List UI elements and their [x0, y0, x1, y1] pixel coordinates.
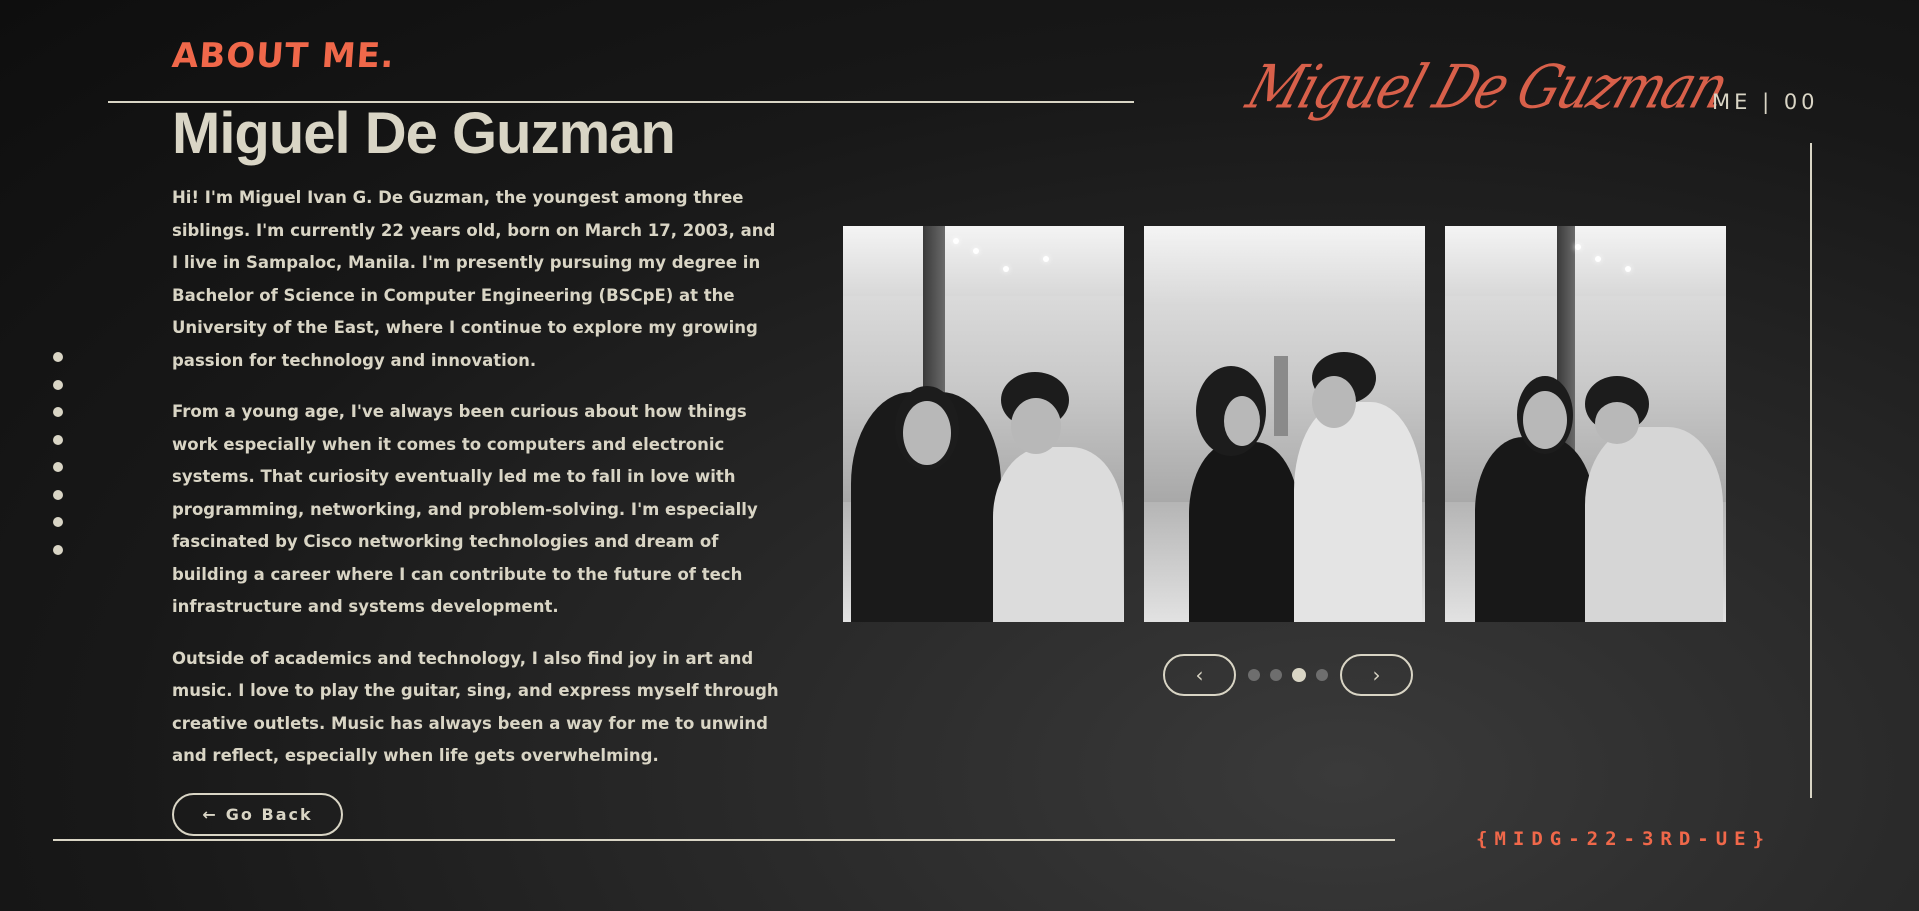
right-divider: [1810, 143, 1812, 798]
pagination-dot-active[interactable]: [1292, 668, 1306, 682]
page-indicator: ME | 00: [1712, 90, 1819, 114]
side-nav-dot[interactable]: [53, 434, 63, 445]
side-nav-dot[interactable]: [53, 517, 63, 527]
bio-paragraph-3: Outside of academics and technology, I a…: [172, 648, 779, 766]
go-back-label: Go Back: [225, 805, 313, 824]
bio-paragraph-2: From a young age, I've always been curio…: [172, 402, 758, 616]
carousel-photo: [1445, 226, 1726, 622]
photo-carousel: [843, 226, 1726, 622]
chevron-left-icon: ‹: [1195, 663, 1204, 687]
bottom-divider: [53, 839, 1395, 841]
carousel-controls: ‹ ›: [1163, 654, 1413, 696]
carousel-photo: [1144, 226, 1425, 622]
side-nav-dot[interactable]: [53, 379, 63, 390]
carousel-pagination: [1248, 668, 1328, 682]
carousel-photo: [843, 226, 1124, 622]
pagination-dot[interactable]: [1316, 669, 1328, 681]
page-title: Miguel De Guzman: [172, 101, 676, 166]
side-nav-dot[interactable]: [53, 544, 63, 555]
footer-code: {MIDG-22-3RD-UE}: [1476, 828, 1772, 850]
pagination-dot[interactable]: [1270, 669, 1282, 681]
go-back-button[interactable]: ← Go Back: [172, 793, 343, 836]
pagination-dot[interactable]: [1248, 669, 1260, 681]
side-nav-dot[interactable]: [53, 352, 63, 362]
previous-button[interactable]: ‹: [1163, 654, 1236, 696]
side-navigation: [53, 352, 63, 555]
side-nav-dot[interactable]: [53, 489, 63, 500]
side-nav-dot[interactable]: [53, 462, 63, 472]
signature: Miguel De Guzman: [1238, 53, 1736, 123]
bio-paragraph-1: Hi! I'm Miguel Ivan G. De Guzman, the yo…: [172, 188, 776, 370]
arrow-left-icon: ←: [202, 805, 218, 824]
side-nav-dot[interactable]: [53, 407, 63, 417]
next-button[interactable]: ›: [1340, 654, 1413, 696]
bio-text: Hi! I'm Miguel Ivan G. De Guzman, the yo…: [172, 182, 782, 792]
section-title: ABOUT ME.: [170, 36, 397, 76]
chevron-right-icon: ›: [1372, 663, 1381, 687]
